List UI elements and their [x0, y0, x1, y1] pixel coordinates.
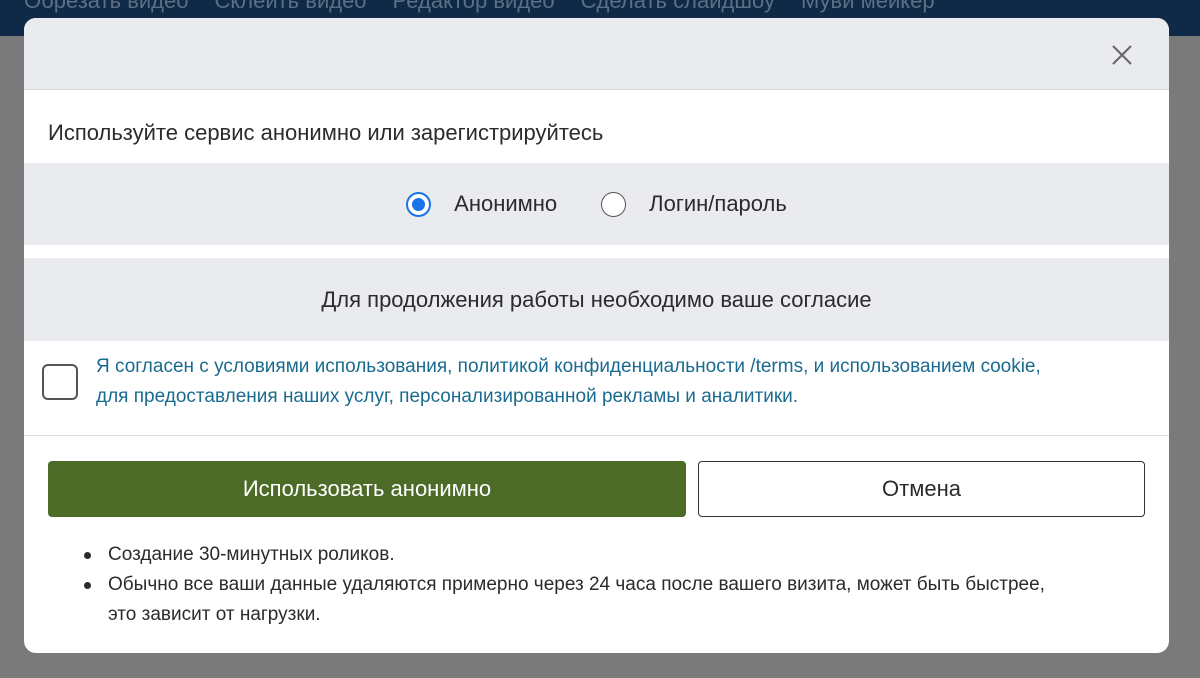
- info-item-duration: Создание 30-минутных роликов.: [84, 540, 1144, 570]
- consent-title: Для продолжения работы необходимо ваше с…: [24, 258, 1169, 341]
- info-item-data-deletion-line-1: Обычно все ваши данные удаляются примерн…: [108, 574, 1045, 595]
- nav-link-slideshow[interactable]: Сделать слайдшоу: [581, 0, 775, 14]
- top-navigation-links: Обрезать видео Склеить видео Редактор ви…: [24, 0, 935, 14]
- cancel-button[interactable]: Отмена: [698, 461, 1145, 517]
- agree-terms-line-1[interactable]: Я согласен с условиями использования, по…: [96, 352, 1041, 382]
- close-icon: [1112, 45, 1132, 65]
- mode-login-label[interactable]: Логин/пароль: [649, 191, 787, 217]
- divider: [24, 435, 1169, 436]
- close-button[interactable]: [1111, 44, 1133, 66]
- nav-link-merge-video[interactable]: Склеить видео: [214, 0, 366, 14]
- anonymous-login-modal: Используйте сервис анонимно или зарегист…: [24, 18, 1169, 653]
- mode-login-radio[interactable]: [601, 191, 627, 217]
- nav-link-trim-video[interactable]: Обрезать видео: [24, 0, 188, 14]
- mode-selector: Анонимно Логин/пароль: [24, 163, 1169, 245]
- mode-anonymous-label[interactable]: Анонимно: [454, 191, 557, 217]
- nav-link-video-editor[interactable]: Редактор видео: [393, 0, 555, 14]
- info-item-duration-text: Создание 30-минутных роликов.: [108, 544, 395, 565]
- agree-terms-row[interactable]: Я согласен с условиями использования, по…: [42, 352, 1152, 412]
- agree-terms-checkbox[interactable]: [42, 364, 78, 400]
- info-item-data-deletion: Обычно все ваши данные удаляются примерн…: [84, 570, 1144, 630]
- mode-anonymous-option[interactable]: Анонимно: [406, 191, 557, 217]
- modal-header: [24, 18, 1169, 90]
- use-anonymously-button[interactable]: Использовать анонимно: [48, 461, 686, 517]
- nav-link-movie-maker[interactable]: Муви мейкер: [801, 0, 935, 14]
- mode-anonymous-radio[interactable]: [406, 191, 432, 217]
- info-item-data-deletion-line-2: это зависит от нагрузки.: [108, 604, 321, 625]
- agree-terms-line-2[interactable]: для предоставления наших услуг, персонал…: [96, 382, 1041, 412]
- mode-login-option[interactable]: Логин/пароль: [601, 191, 787, 217]
- info-list: Создание 30-минутных роликов. Обычно все…: [84, 540, 1144, 630]
- modal-intro-text: Используйте сервис анонимно или зарегист…: [48, 120, 604, 145]
- agree-terms-text[interactable]: Я согласен с условиями использования, по…: [96, 352, 1041, 412]
